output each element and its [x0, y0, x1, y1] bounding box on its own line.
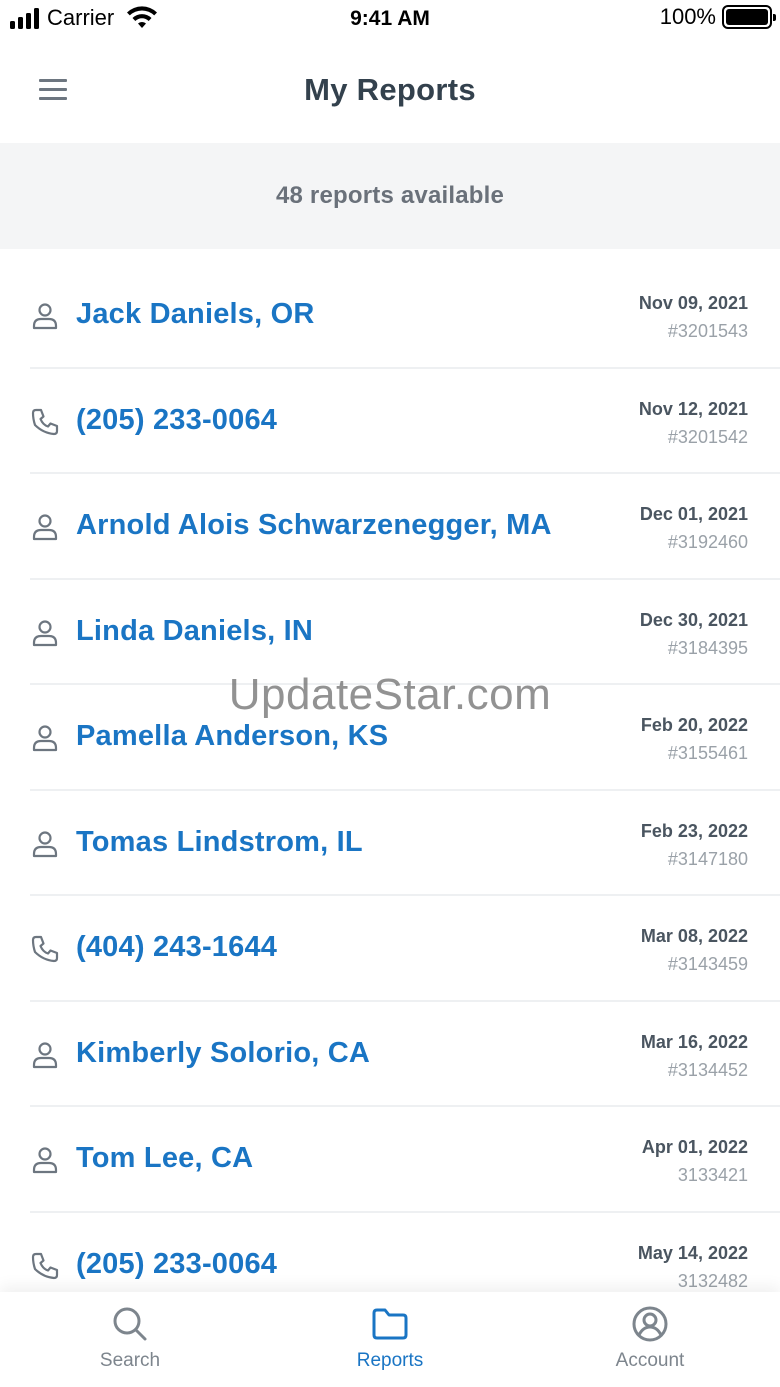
status-right: 100%	[659, 4, 776, 30]
report-row[interactable]: (205) 233-0064 Nov 12, 2021 #3201542	[30, 369, 780, 474]
report-row[interactable]: Kimberly Solorio, CA Mar 16, 2022 #3134452	[30, 1002, 780, 1107]
reports-count-label: 48 reports available	[275, 182, 505, 209]
tab-reports[interactable]: Reports	[260, 1292, 520, 1387]
report-meta: Feb 20, 2022 #3155461	[641, 714, 748, 764]
report-date: Dec 30, 2021	[639, 609, 748, 630]
tab-search-label: Search	[99, 1350, 161, 1371]
battery-icon	[722, 5, 776, 29]
report-date: May 14, 2022	[637, 1242, 748, 1263]
reports-summary-banner: 48 reports available	[0, 143, 780, 249]
tab-bar: Search Reports Account	[0, 1292, 780, 1387]
phone-icon	[30, 407, 60, 437]
report-row[interactable]: Jack Daniels, OR Nov 09, 2021 #3201543	[30, 263, 780, 369]
status-bar: Carrier 9:41 AM 100%	[0, 0, 780, 40]
person-icon	[30, 1145, 60, 1175]
report-date: Nov 12, 2021	[638, 398, 748, 419]
report-meta: Dec 01, 2021 #3192460	[640, 503, 748, 553]
report-row[interactable]: Tom Lee, CA Apr 01, 2022 3133421	[30, 1107, 780, 1213]
person-icon	[30, 618, 60, 648]
report-meta: Feb 23, 2022 #3147180	[641, 820, 748, 870]
report-meta: Nov 12, 2021 #3201542	[639, 398, 748, 448]
report-date: Apr 01, 2022	[641, 1137, 748, 1157]
report-title[interactable]: Kimberly Solorio, CA	[76, 1037, 370, 1070]
person-icon	[30, 301, 60, 331]
report-list: Jack Daniels, OR Nov 09, 2021 #3201543 (205…	[0, 263, 780, 1318]
report-id: #3192460	[667, 532, 748, 552]
report-title[interactable]: (404) 243-1644	[76, 931, 277, 964]
report-meta: Mar 08, 2022 #3143459	[641, 925, 748, 975]
tab-account[interactable]: Account	[520, 1292, 780, 1387]
tab-account-label: Account	[615, 1350, 685, 1371]
report-row[interactable]: Pamella Anderson, KS Feb 20, 2022 #3155461	[30, 685, 780, 791]
report-row[interactable]: (404) 243-1644 Mar 08, 2022 #3143459	[30, 896, 780, 1002]
report-id: #3134452	[667, 1059, 748, 1080]
battery-percent: 100%	[659, 4, 716, 29]
report-title[interactable]: Arnold Alois Schwarzenegger, MA	[76, 509, 552, 542]
report-date: Mar 16, 2022	[640, 1031, 748, 1052]
report-id: #3143459	[667, 954, 748, 974]
report-date: Feb 23, 2022	[640, 820, 748, 841]
report-id: #3147180	[667, 848, 748, 869]
report-id: 3132482	[677, 1270, 748, 1291]
report-meta: Mar 16, 2022 #3134452	[641, 1031, 748, 1081]
search-icon	[113, 1307, 147, 1341]
report-title[interactable]: (205) 233-0064	[76, 404, 277, 437]
phone-icon	[30, 934, 60, 964]
report-date: Mar 08, 2022	[640, 926, 748, 946]
person-icon	[30, 1040, 60, 1070]
report-date: Dec 01, 2021	[639, 504, 748, 524]
report-meta: Dec 30, 2021 #3184395	[640, 609, 748, 659]
report-row[interactable]: Linda Daniels, IN Dec 30, 2021 #3184395	[30, 580, 780, 685]
report-id: #3201543	[667, 321, 748, 341]
report-title[interactable]: (205) 233-0064	[76, 1248, 277, 1281]
report-title[interactable]: Pamella Anderson, KS	[76, 720, 388, 753]
report-row[interactable]: Arnold Alois Schwarzenegger, MA Dec 01, 2…	[30, 474, 780, 580]
person-icon	[30, 723, 60, 753]
report-meta: Apr 01, 2022 3133421	[642, 1136, 748, 1186]
report-title[interactable]: Jack Daniels, OR	[76, 298, 315, 331]
report-title[interactable]: Tomas Lindstrom, IL	[76, 826, 363, 859]
tab-reports-label: Reports	[356, 1350, 424, 1371]
report-meta: May 14, 2022 3132482	[638, 1242, 748, 1292]
report-id: #3201542	[667, 426, 748, 447]
person-icon	[30, 512, 60, 542]
person-icon	[30, 829, 60, 859]
page-title: My Reports	[304, 72, 476, 107]
report-meta: Nov 09, 2021 #3201543	[639, 292, 748, 342]
app-header: My Reports	[0, 40, 780, 143]
report-title[interactable]: Tom Lee, CA	[76, 1142, 253, 1175]
report-title[interactable]: Linda Daniels, IN	[76, 615, 313, 648]
tab-search[interactable]: Search	[0, 1292, 260, 1387]
report-id: #3184395	[667, 637, 748, 658]
account-icon	[632, 1306, 668, 1342]
phone-icon	[30, 1251, 60, 1281]
report-row[interactable]: Tomas Lindstrom, IL Feb 23, 2022 #3147180	[30, 791, 780, 896]
report-date: Nov 09, 2021	[638, 293, 748, 313]
report-id: 3133421	[677, 1165, 748, 1185]
report-id: #3155461	[667, 743, 748, 763]
folder-icon	[372, 1308, 408, 1340]
report-date: Feb 20, 2022	[640, 715, 748, 735]
